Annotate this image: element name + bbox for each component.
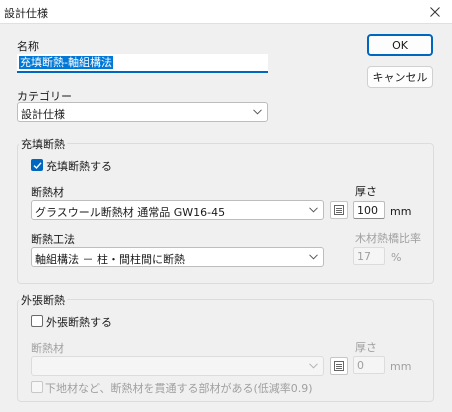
chevron-down-icon (309, 207, 318, 213)
name-value: 充填断熱-軸組構法 (19, 56, 113, 69)
ok-label: OK (392, 38, 408, 52)
cancel-button[interactable]: キャンセル (367, 66, 433, 88)
cancel-label: キャンセル (372, 71, 428, 84)
name-label: 名称 (17, 40, 39, 53)
infill-enable-label: 充填断熱する (46, 160, 112, 173)
chevron-down-icon (253, 109, 262, 115)
chevron-down-icon (309, 363, 318, 369)
infill-thickness-value: 100 (357, 204, 378, 217)
infill-method-value: 軸組構法 － 柱・間柱間に断熱 (35, 253, 185, 266)
close-button[interactable] (418, 0, 452, 24)
ok-button[interactable]: OK (367, 34, 433, 56)
exterior-thickness-value: 0 (357, 359, 364, 372)
exterior-penetration-label: 下地材など、断熱材を貫通する部材がある(低減率0.9) (45, 382, 313, 395)
infill-thickness-label: 厚さ (355, 185, 377, 198)
infill-ratio-input[interactable]: 17 (353, 247, 385, 265)
exterior-material-select[interactable] (31, 356, 324, 376)
infill-thickness-unit: mm (390, 205, 412, 218)
infill-ratio-value: 17 (357, 250, 371, 263)
infill-method-select[interactable]: 軸組構法 － 柱・間柱間に断熱 (31, 247, 324, 267)
infill-thickness-input[interactable]: 100 (353, 201, 385, 219)
name-input[interactable]: 充填断熱-軸組構法 (17, 54, 268, 73)
list-icon (334, 205, 344, 215)
exterior-thickness-input[interactable]: 0 (353, 356, 385, 374)
exterior-group-title: 外張断熱 (19, 292, 67, 308)
exterior-enable-checkbox[interactable] (31, 315, 43, 327)
check-icon (33, 162, 42, 170)
category-select[interactable]: 設計仕様 (17, 102, 268, 122)
infill-ratio-unit: % (391, 251, 402, 264)
title-bar: 設計仕様 (0, 0, 452, 24)
exterior-material-browse-button[interactable] (330, 357, 348, 375)
list-icon (334, 361, 344, 371)
infill-enable-checkbox[interactable] (31, 159, 43, 171)
infill-method-label: 断熱工法 (31, 233, 75, 246)
chevron-down-icon (309, 254, 318, 260)
infill-material-select[interactable]: グラスウール断熱材 通常品 GW16-45 (31, 200, 324, 220)
window-title: 設計仕様 (4, 7, 48, 20)
exterior-enable-label: 外張断熱する (46, 316, 112, 329)
exterior-thickness-unit: mm (390, 360, 412, 373)
exterior-material-label: 断熱材 (31, 342, 64, 355)
infill-material-value: グラスウール断熱材 通常品 GW16-45 (35, 206, 226, 219)
exterior-penetration-checkbox[interactable] (31, 381, 43, 393)
category-value: 設計仕様 (21, 108, 65, 121)
infill-material-label: 断熱材 (31, 186, 64, 199)
exterior-thickness-label: 厚さ (355, 341, 377, 354)
infill-material-browse-button[interactable] (330, 201, 348, 219)
close-icon (430, 7, 440, 17)
infill-ratio-label: 木材熱橋比率 (355, 232, 421, 245)
infill-group-title: 充填断熱 (19, 136, 67, 152)
